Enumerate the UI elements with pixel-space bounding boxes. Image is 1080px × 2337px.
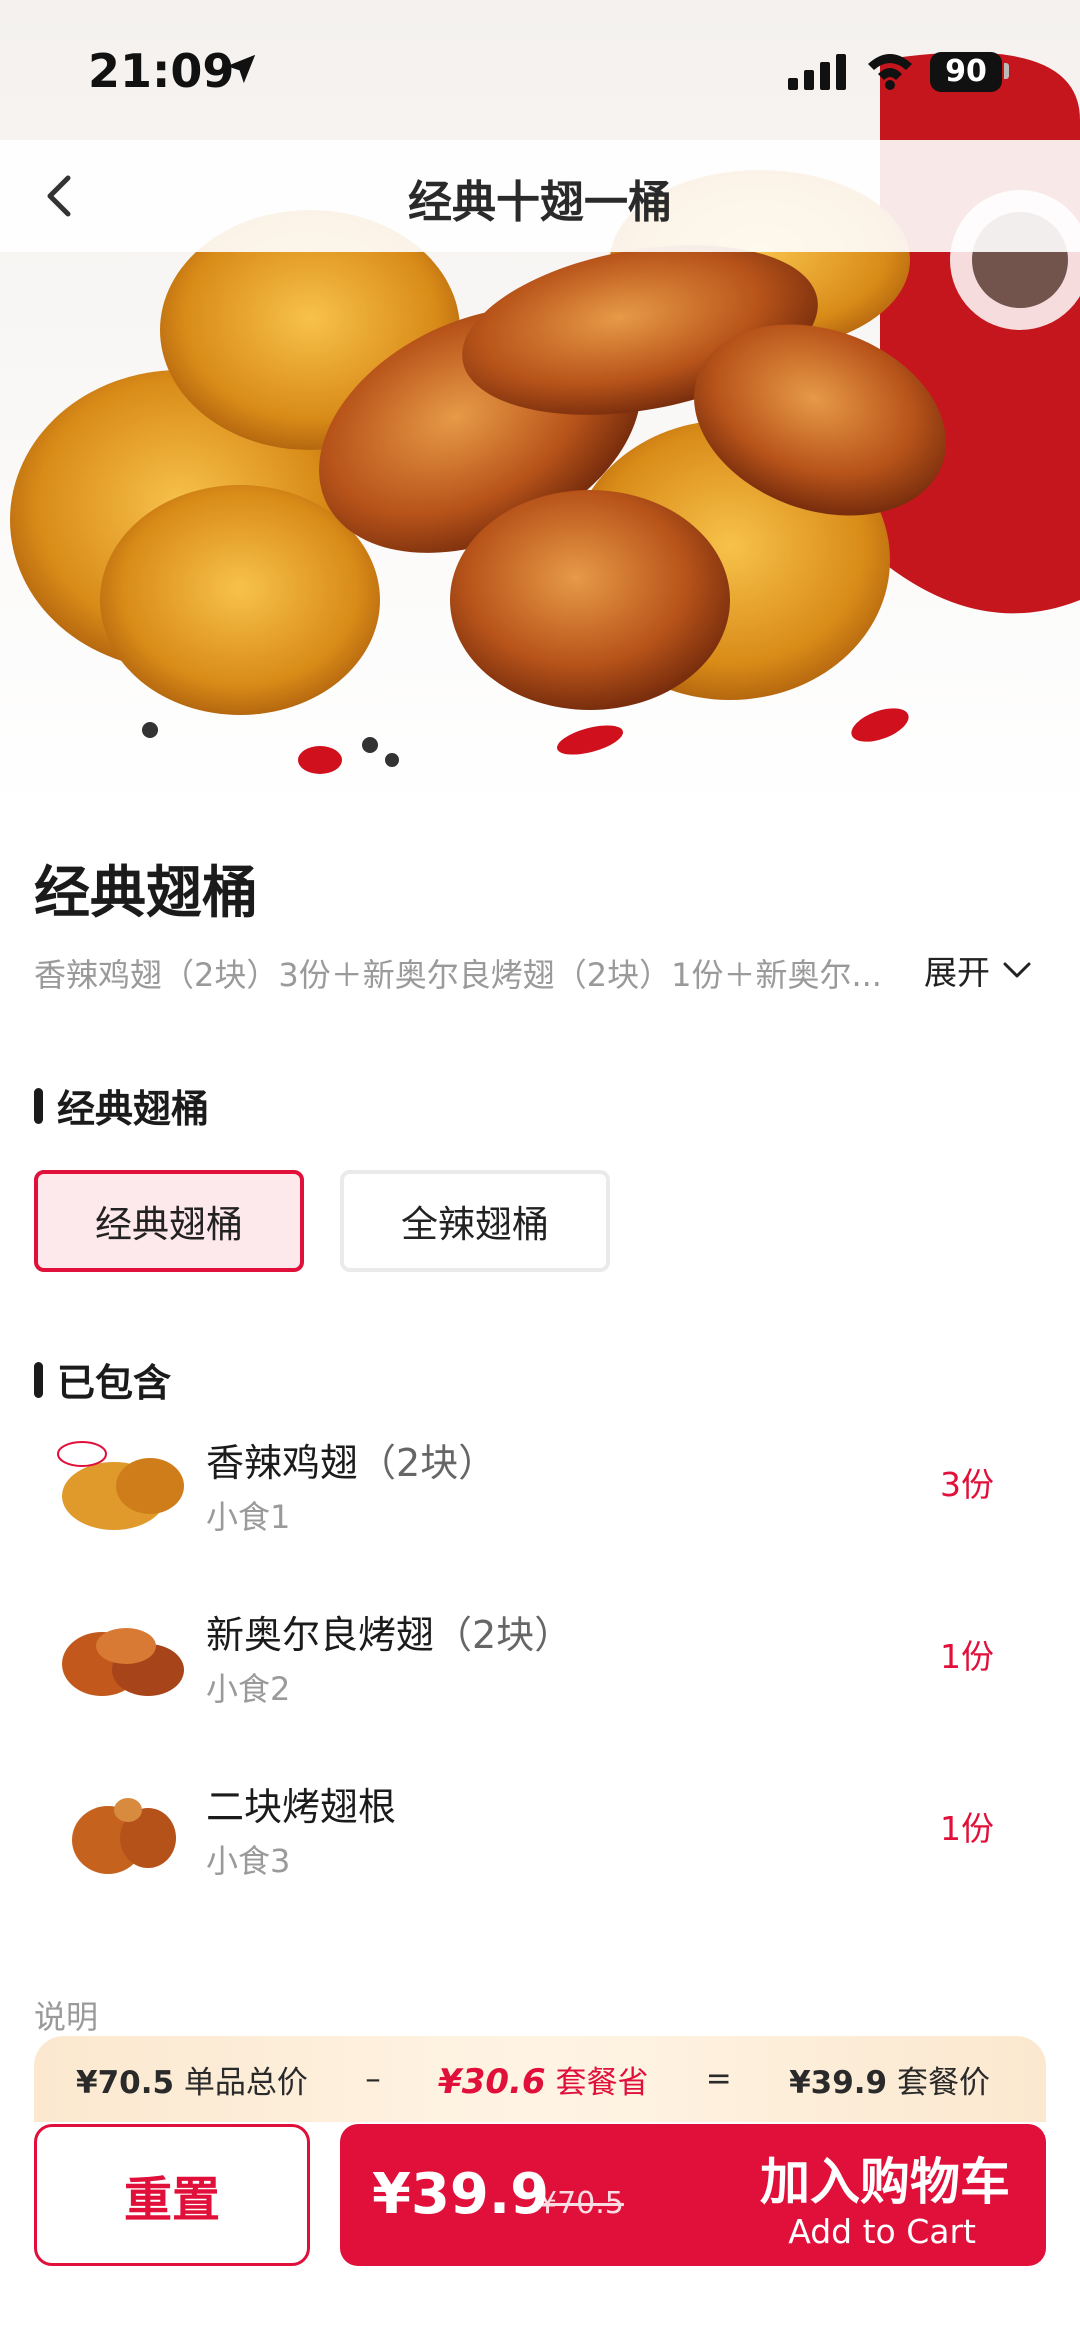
- expand-toggle[interactable]: 展开: [924, 946, 1032, 994]
- wifi-icon: [868, 54, 912, 90]
- spicy-wings-thumbnail: [57, 1441, 184, 1530]
- nav-bar: 经典十翅一桶: [0, 140, 1080, 252]
- item-name-text: 香辣鸡翅: [206, 1441, 359, 1485]
- savings-amount: ¥30.6: [438, 2061, 546, 2102]
- reset-button[interactable]: 重置: [34, 2124, 310, 2266]
- included-section-heading: 已包含: [34, 1352, 171, 1407]
- item-count: 1份: [940, 1809, 994, 1848]
- location-arrow-icon: [226, 54, 256, 84]
- item-category: 小食1: [206, 1498, 291, 1536]
- item-name: 香辣鸡翅（2块）: [206, 1432, 496, 1487]
- page-title: 经典十翅一桶: [408, 177, 672, 228]
- item-name: 二块烤翅根: [206, 1776, 396, 1831]
- status-bar: 21:09 90: [0, 0, 1080, 140]
- single-total-label: 单品总价: [183, 2064, 308, 2101]
- item-note: （2块）: [434, 1613, 573, 1657]
- orleans-wings-thumbnail: [62, 1628, 184, 1696]
- cart-original-price: ¥70.5: [538, 2186, 624, 2221]
- minus-sign: –: [365, 2061, 381, 2097]
- status-time: 21:09: [88, 44, 235, 98]
- combo-price: ¥39.9 套餐价: [789, 2057, 990, 2102]
- list-item: 二块烤翅根 小食3 1份: [0, 1774, 1080, 1904]
- product-description: 香辣鸡翅（2块）3份＋新奥尔良烤翅（2块）1份＋新奥尔...: [34, 956, 882, 994]
- item-count: 3份: [940, 1465, 994, 1504]
- savings: ¥30.6 套餐省: [438, 2057, 648, 2102]
- list-item: 香辣鸡翅（2块） 小食1 3份: [0, 1430, 1080, 1560]
- battery-icon: 90: [930, 52, 1002, 92]
- list-item: 新奥尔良烤翅（2块） 小食2 1份: [0, 1602, 1080, 1732]
- battery-cap: [1004, 63, 1009, 79]
- section-marker: [34, 1087, 43, 1124]
- signal-icon: [788, 54, 846, 90]
- single-total: ¥70.5 单品总价: [76, 2057, 308, 2102]
- cart-label: 加入购物车: [760, 2153, 1010, 2211]
- single-total-amount: ¥70.5: [76, 2064, 175, 2101]
- item-name-text: 二块烤翅根: [206, 1785, 397, 1829]
- combo-price-amount: ¥39.9: [789, 2064, 888, 2101]
- flavor-heading-label: 经典翅桶: [57, 1087, 210, 1131]
- section-marker: [34, 1361, 43, 1398]
- item-note: （2块）: [358, 1441, 497, 1485]
- item-name-text: 新奥尔良烤翅: [206, 1613, 435, 1657]
- item-category: 小食2: [206, 1670, 291, 1708]
- option-classic[interactable]: 经典翅桶: [34, 1170, 304, 1272]
- chevron-down-icon: [1003, 962, 1031, 978]
- flavor-section-heading: 经典翅桶: [34, 1078, 209, 1133]
- price-summary: ¥70.5 单品总价 – ¥30.6 套餐省 = ¥39.9 套餐价: [34, 2036, 1046, 2122]
- item-name: 新奥尔良烤翅（2块）: [206, 1604, 572, 1659]
- savings-label: 套餐省: [555, 2064, 649, 2101]
- expand-label: 展开: [924, 953, 990, 992]
- add-to-cart-button[interactable]: ¥39.9 ¥70.5 加入购物车 Add to Cart: [340, 2124, 1046, 2266]
- item-category: 小食3: [206, 1842, 291, 1880]
- cart-sub-label: Add to Cart: [788, 2212, 976, 2251]
- item-count: 1份: [940, 1637, 994, 1676]
- cart-price: ¥39.9: [372, 2162, 550, 2227]
- included-heading-label: 已包含: [57, 1361, 172, 1405]
- note-label: 说明: [34, 1998, 99, 2036]
- wing-root-thumbnail: [72, 1798, 176, 1874]
- option-all-spicy[interactable]: 全辣翅桶: [340, 1170, 610, 1272]
- product-title: 经典翅桶: [34, 861, 258, 926]
- equals-sign: =: [705, 2061, 732, 2097]
- combo-price-label: 套餐价: [896, 2064, 990, 2101]
